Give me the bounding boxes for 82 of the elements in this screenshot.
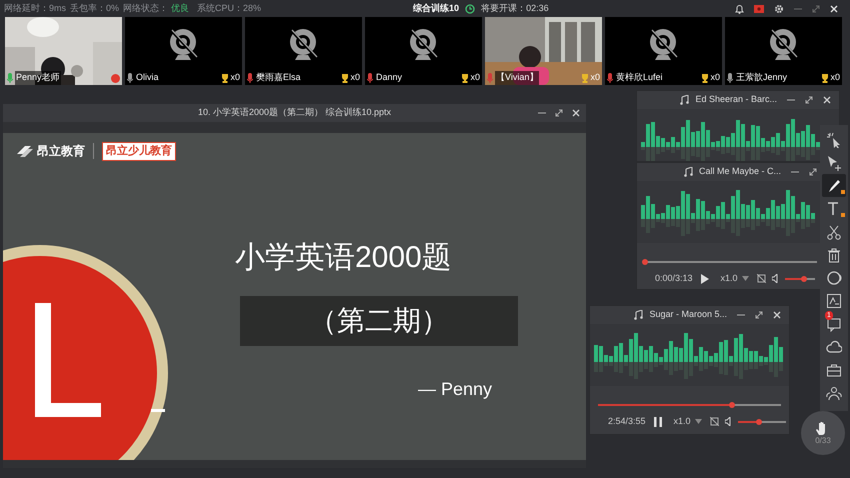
track-title: Call Me Maybe - C...	[698, 165, 781, 178]
chat-icon	[826, 316, 842, 332]
participant-name: 王萦歆Jenny	[735, 71, 788, 84]
volume-slider[interactable]	[738, 420, 786, 423]
trophy-count: x0	[230, 71, 240, 84]
logo-text: 昂立教育	[37, 143, 85, 160]
progress-thumb[interactable]	[728, 402, 735, 408]
clock-icon	[465, 4, 476, 14]
hand-count: 0/33	[815, 436, 831, 446]
countdown-text: 将要开课：02:36	[481, 2, 549, 15]
slide-title: 小学英语2000题	[235, 240, 452, 276]
music-note-icon	[634, 310, 644, 320]
settings-icon[interactable]	[774, 4, 784, 14]
close-icon[interactable]	[572, 109, 580, 117]
volume-thumb[interactable]	[756, 418, 762, 425]
play-icon[interactable]	[700, 274, 709, 284]
bell-icon[interactable]	[735, 4, 744, 14]
trophy-count: x0	[710, 71, 720, 84]
logo-icon	[15, 144, 35, 158]
track-title: Sugar - Maroon 5...	[649, 308, 727, 322]
laser-pointer-icon	[826, 132, 842, 148]
trophy-icon	[461, 74, 470, 82]
window-title: 10. 小学英语2000题（第二期） 综合训练10.pptx	[198, 106, 392, 120]
track-title: Ed Sheeran - Barc...	[695, 93, 777, 106]
formula-icon	[826, 292, 842, 308]
caret-icon[interactable]	[742, 276, 749, 282]
latency-text: 网络延时：9ms	[4, 2, 66, 15]
trash-icon	[826, 246, 842, 262]
scissors-icon	[826, 224, 842, 240]
participant-name: Olivia	[135, 71, 160, 84]
toolbox-icon	[826, 362, 842, 378]
pen-icon	[826, 178, 842, 194]
maximize-icon[interactable]	[812, 4, 820, 12]
loop-icon[interactable]	[756, 274, 766, 284]
trophy-icon	[221, 74, 230, 82]
trophy-count: x0	[590, 71, 600, 84]
circle-icon	[826, 270, 842, 286]
cursor-icon	[826, 154, 842, 170]
music-note-icon	[684, 167, 693, 177]
trophy-count: x0	[830, 71, 840, 84]
group-icon	[826, 384, 842, 400]
participant-name: Penny老师	[15, 71, 61, 85]
network-label: 网络状态：	[123, 2, 168, 15]
volume-thumb[interactable]	[801, 276, 808, 282]
packet-loss-text: 丢包率：0%	[70, 2, 120, 15]
caret-icon[interactable]	[694, 419, 702, 424]
speed-text: x1.0	[720, 272, 738, 285]
maximize-icon[interactable]	[755, 311, 763, 319]
close-icon[interactable]	[823, 96, 831, 104]
slide-subtitle: （第二期）	[240, 296, 518, 346]
loop-icon[interactable]	[710, 417, 719, 426]
slide-author: — Penny	[418, 378, 492, 401]
close-icon[interactable]	[830, 4, 838, 12]
trophy-icon	[701, 74, 710, 82]
music-note-icon	[680, 95, 690, 105]
trophy-icon	[341, 74, 350, 82]
pen-tool[interactable]	[822, 174, 846, 197]
raise-hand-button[interactable]: 0/33	[801, 411, 845, 455]
participant-name: 【Vivian】	[495, 71, 540, 85]
trophy-count: x0	[470, 71, 480, 84]
brand-badge: 昂立少儿教育	[102, 142, 176, 160]
close-icon[interactable]	[773, 311, 781, 319]
maximize-icon[interactable]	[555, 109, 563, 117]
cloud-icon	[826, 338, 842, 354]
volume-slider[interactable]	[784, 278, 815, 280]
cpu-text: 系统CPU：28%	[197, 2, 262, 15]
speed-text: x1.0	[674, 415, 691, 428]
progress-thumb[interactable]	[642, 259, 648, 265]
time-text: 2:54/3:55	[608, 415, 646, 428]
participant-name: 樊雨嘉Elsa	[255, 71, 302, 84]
trophy-icon	[821, 74, 830, 82]
participant-name: 黄梓欣Lufei	[615, 71, 664, 84]
participant-name: Danny	[375, 71, 404, 84]
trophy-count: x0	[350, 71, 360, 84]
maximize-icon[interactable]	[809, 168, 817, 176]
network-status: 优良	[171, 2, 190, 15]
record-icon[interactable]	[754, 4, 764, 12]
time-text: 0:00/3:13	[655, 272, 693, 285]
class-title: 综合训练10	[413, 2, 460, 15]
trophy-icon	[581, 74, 590, 82]
maximize-icon[interactable]	[805, 96, 813, 104]
pause-icon[interactable]	[654, 416, 662, 427]
